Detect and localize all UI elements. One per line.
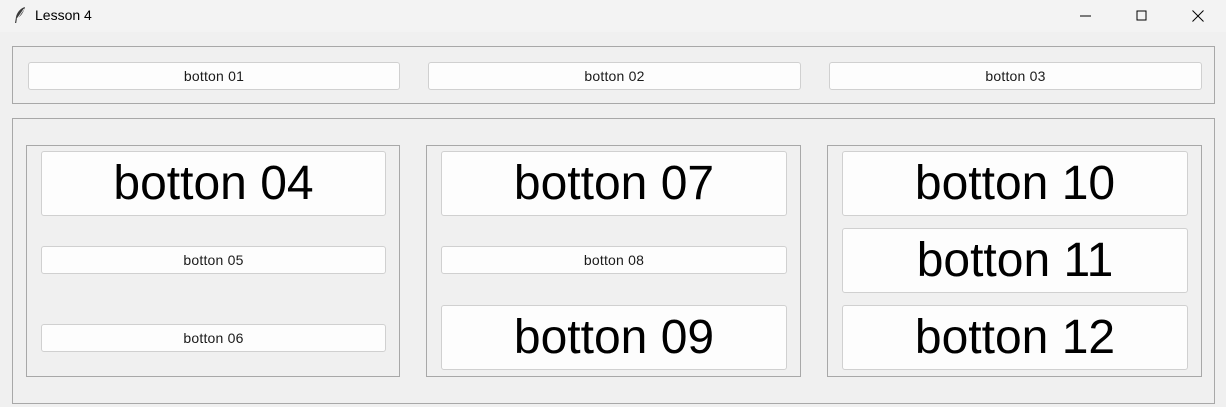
botton-08-button[interactable]: botton 08 [441,246,787,274]
botton-01-button[interactable]: botton 01 [28,62,400,90]
maximize-icon [1136,10,1147,21]
window-title: Lesson 4 [35,7,92,23]
botton-09-button[interactable]: botton 09 [441,305,787,370]
minimize-icon [1080,15,1091,17]
botton-04-button[interactable]: botton 04 [41,151,386,216]
feather-icon [12,6,28,24]
close-button[interactable] [1170,0,1226,32]
botton-12-button[interactable]: botton 12 [842,305,1188,370]
botton-02-button[interactable]: botton 02 [428,62,801,90]
botton-06-button[interactable]: botton 06 [41,324,386,352]
botton-05-button[interactable]: botton 05 [41,246,386,274]
maximize-button[interactable] [1114,0,1170,32]
botton-11-button[interactable]: botton 11 [842,228,1188,293]
botton-07-button[interactable]: botton 07 [441,151,787,216]
close-icon [1192,10,1204,22]
botton-10-button[interactable]: botton 10 [842,151,1188,216]
title-bar: Lesson 4 [0,0,1226,32]
minimize-button[interactable] [1058,0,1114,32]
botton-03-button[interactable]: botton 03 [829,62,1202,90]
